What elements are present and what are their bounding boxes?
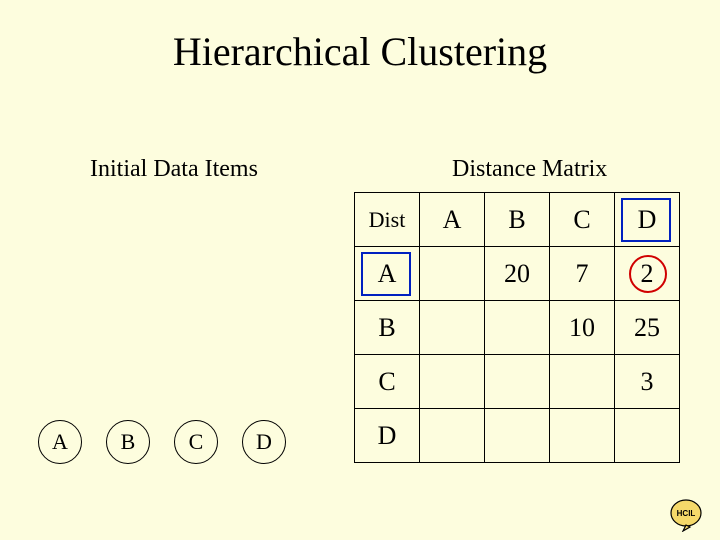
matrix-cell: 25 xyxy=(615,301,680,355)
matrix-row-header: D xyxy=(355,409,420,463)
matrix-row-header: C xyxy=(355,355,420,409)
matrix-col-header: D xyxy=(615,193,680,247)
distance-matrix: Dist A B C D A 20 7 2 B 10 25 C 3 D xyxy=(354,192,680,463)
matrix-row-header: B xyxy=(355,301,420,355)
matrix-cell xyxy=(550,355,615,409)
hcil-logo: HCIL xyxy=(666,498,710,532)
highlight-row-a xyxy=(361,252,411,296)
data-item: B xyxy=(106,420,150,464)
matrix-cell xyxy=(485,355,550,409)
matrix-cell xyxy=(485,409,550,463)
highlight-col-d xyxy=(621,198,671,242)
matrix-col-header: A xyxy=(420,193,485,247)
matrix-cell xyxy=(550,409,615,463)
matrix-row-header: A xyxy=(355,247,420,301)
page-title: Hierarchical Clustering xyxy=(0,28,720,75)
logo-text: HCIL xyxy=(677,509,696,518)
matrix-cell: 20 xyxy=(485,247,550,301)
matrix-cell xyxy=(485,301,550,355)
subtitle-initial-items: Initial Data Items xyxy=(90,156,258,183)
matrix-cell xyxy=(420,355,485,409)
matrix-cell: 7 xyxy=(550,247,615,301)
matrix-col-header: B xyxy=(485,193,550,247)
matrix-cell xyxy=(420,409,485,463)
matrix-cell xyxy=(420,247,485,301)
subtitle-distance-matrix: Distance Matrix xyxy=(452,156,607,183)
matrix-cell: 2 xyxy=(615,247,680,301)
matrix-col-header: C xyxy=(550,193,615,247)
data-item: C xyxy=(174,420,218,464)
data-item: D xyxy=(242,420,286,464)
highlight-min-circle xyxy=(629,255,667,293)
data-items-row: A B C D xyxy=(38,420,286,464)
matrix-corner: Dist xyxy=(355,193,420,247)
matrix-cell: 10 xyxy=(550,301,615,355)
matrix-cell xyxy=(420,301,485,355)
data-item: A xyxy=(38,420,82,464)
matrix-cell xyxy=(615,409,680,463)
matrix-cell: 3 xyxy=(615,355,680,409)
